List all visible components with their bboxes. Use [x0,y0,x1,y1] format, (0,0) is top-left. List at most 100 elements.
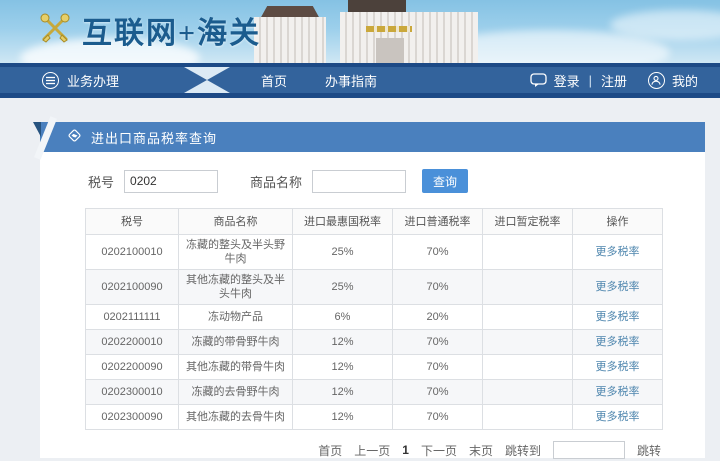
jump-page-input[interactable] [553,441,625,459]
query-form: 税号 商品名称 查询 [40,152,705,208]
cell-general: 70% [393,270,483,305]
rates-table: 税号商品名称进口最惠国税率进口普通税率进口暂定税率操作 0202100010冻藏… [85,208,663,430]
hamburger-menu-icon [42,72,59,89]
first-page-link[interactable]: 首页 [318,442,342,459]
handshake-icon [66,127,83,147]
cell-name: 其他冻藏的带骨牛肉 [179,355,293,380]
table-row: 0202100010冻藏的整头及半头野牛肉25%70% 更多税率 [86,235,663,270]
cell-provisional [483,355,573,380]
nav-business-label: 业务办理 [67,71,119,90]
cell-action: 更多税率 [573,235,663,270]
cell-mfn: 25% [293,235,393,270]
cell-code: 0202100090 [86,270,179,305]
cell-code: 0202111111 [86,305,179,330]
table-header-cell: 进口暂定税率 [483,209,573,235]
cell-action: 更多税率 [573,380,663,405]
next-page-link[interactable]: 下一页 [421,442,457,459]
cell-name: 其他冻藏的去骨牛肉 [179,405,293,430]
table-row: 0202200090其他冻藏的带骨牛肉12%70%更多税率 [86,355,663,380]
more-rates-link[interactable]: 更多税率 [596,311,640,323]
search-button[interactable]: 查询 [422,169,468,193]
more-rates-link[interactable]: 更多税率 [596,361,640,373]
cell-mfn: 12% [293,380,393,405]
cell-provisional [483,380,573,405]
pagination: 首页 上一页 1 下一页 末页 跳转到 跳转 [40,441,663,459]
register-link[interactable]: 注册 [601,71,627,90]
cell-name: 冻藏的去骨野牛肉 [179,380,293,405]
prev-page-link[interactable]: 上一页 [354,442,390,459]
product-name-label: 商品名称 [250,172,302,191]
cell-mfn: 6% [293,305,393,330]
nav-item-home[interactable]: 首页 [261,71,287,90]
tax-no-label: 税号 [88,172,114,191]
cell-general: 70% [393,405,483,430]
cell-provisional [483,330,573,355]
table-row: 0202200010冻藏的带骨野牛肉12%70% 更多税率 [86,330,663,355]
panel-title: 进出口商品税率查询 [91,128,217,147]
cell-mfn: 25% [293,270,393,305]
panel-title-bar: 进出口商品税率查询 [40,122,705,152]
cell-mfn: 12% [293,355,393,380]
cell-action: 更多税率 [573,405,663,430]
login-register-divider: | [589,73,592,88]
table-header-cell: 税号 [86,209,179,235]
cell-action: 更多税率 [573,305,663,330]
cell-provisional [483,235,573,270]
cell-name: 冻藏的整头及半头野牛肉 [179,235,293,270]
current-page-number: 1 [402,443,409,457]
cell-general: 70% [393,330,483,355]
cell-general: 70% [393,235,483,270]
cell-code: 0202300010 [86,380,179,405]
cell-code: 0202300090 [86,405,179,430]
cell-action: 更多税率 [573,355,663,380]
main-nav: 业务办理 首页 办事指南 登录 | 注册 我的 [0,63,720,98]
table-row: 0202300090其他冻藏的去骨牛肉12%70% 更多税率 [86,405,663,430]
message-bubble-icon [530,73,547,88]
table-row: 0202111111冻动物产品6%20% 更多税率 [86,305,663,330]
cell-general: 20% [393,305,483,330]
cell-code: 0202200090 [86,355,179,380]
more-rates-link[interactable]: 更多税率 [596,336,640,348]
table-row: 0202100090其他冻藏的整头及半头牛肉25%70% 更多税率 [86,270,663,305]
table-header-cell: 商品名称 [179,209,293,235]
query-panel: 进出口商品税率查询 税号 商品名称 查询 税号商品名称进口最惠国税率进口普通税率… [40,122,705,458]
cell-name: 冻藏的带骨野牛肉 [179,330,293,355]
logo-text: 互联网+海关 [82,8,261,52]
cell-mfn: 12% [293,330,393,355]
more-rates-link[interactable]: 更多税率 [596,411,640,423]
cell-code: 0202100010 [86,235,179,270]
site-header: 互联网+海关 [0,0,720,63]
last-page-link[interactable]: 末页 [469,442,493,459]
nav-business-menu[interactable]: 业务办理 [42,71,119,90]
table-header-cell: 操作 [573,209,663,235]
cell-mfn: 12% [293,405,393,430]
cell-code: 0202200010 [86,330,179,355]
site-logo[interactable]: 互联网+海关 [38,8,261,52]
cell-provisional [483,270,573,305]
cell-name: 冻动物产品 [179,305,293,330]
login-link[interactable]: 登录 [554,71,580,90]
cell-action: 更多税率 [573,330,663,355]
my-account-link[interactable]: 我的 [672,71,698,90]
table-header-cell: 进口普通税率 [393,209,483,235]
jump-button[interactable]: 跳转 [637,442,661,459]
user-icon [648,72,665,89]
cell-provisional [483,405,573,430]
tax-no-input[interactable] [124,170,218,193]
more-rates-link[interactable]: 更多税率 [596,281,640,293]
nav-item-guide[interactable]: 办事指南 [325,71,377,90]
cell-action: 更多税率 [573,270,663,305]
more-rates-link[interactable]: 更多税率 [596,386,640,398]
more-rates-link[interactable]: 更多税率 [596,246,640,258]
cell-name: 其他冻藏的整头及半头牛肉 [179,270,293,305]
jump-to-label: 跳转到 [505,442,541,459]
customs-emblem-icon [38,11,72,50]
table-header-row: 税号商品名称进口最惠国税率进口普通税率进口暂定税率操作 [86,209,663,235]
table-header-cell: 进口最惠国税率 [293,209,393,235]
nav-divider-decoration [184,67,230,93]
cell-general: 70% [393,380,483,405]
product-name-input[interactable] [312,170,406,193]
cell-provisional [483,305,573,330]
table-row: 0202300010冻藏的去骨野牛肉12%70% 更多税率 [86,380,663,405]
customs-building-image [248,0,483,63]
